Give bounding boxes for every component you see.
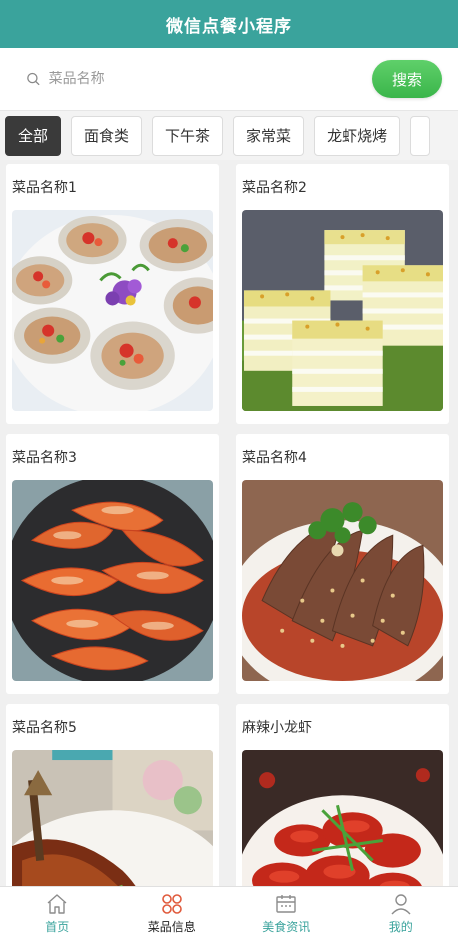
dish-photo xyxy=(242,210,443,411)
dish-photo xyxy=(242,750,443,886)
app-header: 微信点餐小程序 xyxy=(0,0,458,48)
category-afternoon-tea[interactable]: 下午茶 xyxy=(152,115,224,156)
search-button[interactable]: 搜索 xyxy=(372,60,442,98)
tab-food-news[interactable]: 美食资讯 xyxy=(229,887,344,940)
search-icon xyxy=(27,72,40,86)
dish-photo xyxy=(242,480,443,681)
search-bar: 搜索 xyxy=(0,48,458,110)
home-icon xyxy=(47,894,67,914)
dish-grid: 菜品名称1 菜品名称2 菜品名称3 菜品名称4 菜品名称5 麻辣小龙虾 xyxy=(0,164,458,886)
search-box[interactable] xyxy=(18,60,372,98)
dish-card[interactable]: 菜品名称3 xyxy=(6,434,219,694)
dish-name: 菜品名称3 xyxy=(12,450,77,466)
dish-card[interactable]: 菜品名称4 xyxy=(236,434,449,694)
tab-home[interactable]: 首页 xyxy=(0,887,115,940)
tab-label: 首页 xyxy=(45,920,70,934)
category-noodles[interactable]: 面食类 xyxy=(71,115,143,156)
tab-label: 我的 xyxy=(388,920,413,934)
dish-card[interactable]: 菜品名称2 xyxy=(236,164,449,424)
dish-name: 菜品名称1 xyxy=(12,180,77,196)
category-tabs: 全部 面食类 下午茶 家常菜 龙虾烧烤 xyxy=(0,110,458,160)
dish-card[interactable]: 麻辣小龙虾 xyxy=(236,704,449,886)
page-title: 微信点餐小程序 xyxy=(166,16,292,37)
category-home-cooking[interactable]: 家常菜 xyxy=(233,115,305,156)
dish-name: 菜品名称5 xyxy=(12,720,77,736)
dish-name: 菜品名称2 xyxy=(242,180,307,196)
search-input[interactable] xyxy=(48,71,372,87)
tab-mine[interactable]: 我的 xyxy=(344,887,458,940)
category-all[interactable]: 全部 xyxy=(5,115,62,156)
dish-name: 麻辣小龙虾 xyxy=(242,720,312,736)
user-icon xyxy=(391,894,411,915)
dish-name: 菜品名称4 xyxy=(242,450,307,466)
calendar-icon xyxy=(276,895,296,913)
tab-label: 美食资讯 xyxy=(262,920,311,934)
dish-photo xyxy=(12,480,213,681)
tab-dish-info[interactable]: 菜品信息 xyxy=(115,887,230,940)
category-more[interactable] xyxy=(410,115,431,156)
category-lobster-bbq[interactable]: 龙虾烧烤 xyxy=(314,115,401,156)
bottom-tabbar: 首页 菜品信息 美食资讯 我的 xyxy=(0,886,458,940)
tab-label: 菜品信息 xyxy=(147,920,196,934)
dish-card[interactable]: 菜品名称5 xyxy=(6,704,219,886)
dish-photo xyxy=(12,750,213,886)
dish-card[interactable]: 菜品名称1 xyxy=(6,164,219,424)
dish-photo xyxy=(12,210,213,411)
grid-icon xyxy=(161,894,182,914)
